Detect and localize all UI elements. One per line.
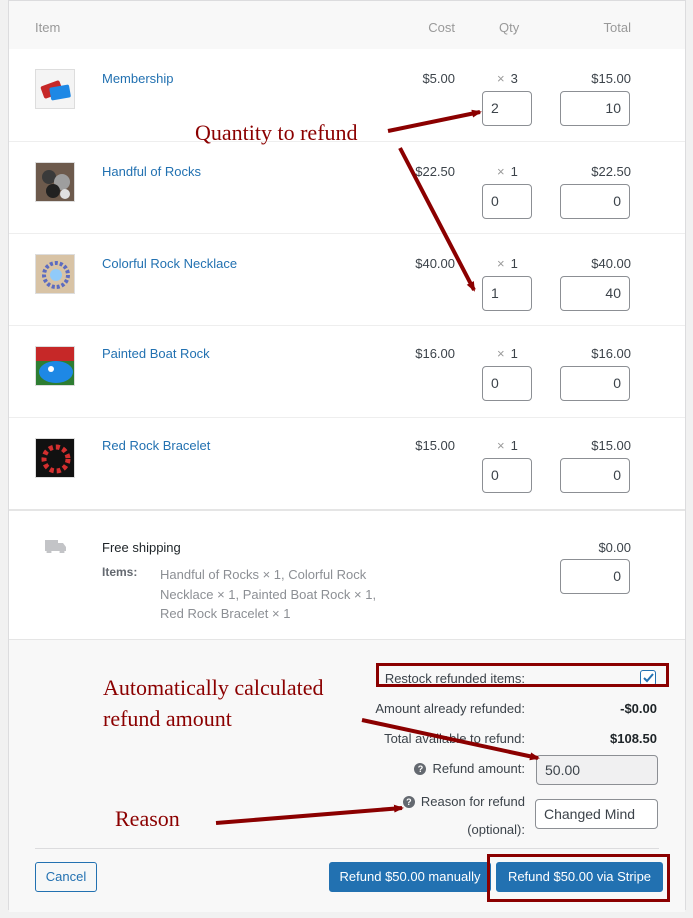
- arrow-to-refund-amount: [361, 718, 540, 761]
- arrow-to-reason: [215, 804, 404, 825]
- annotation-arrows: [215, 109, 540, 825]
- arrow-to-qty-3: [398, 147, 476, 292]
- arrow-to-qty-1: [387, 109, 482, 133]
